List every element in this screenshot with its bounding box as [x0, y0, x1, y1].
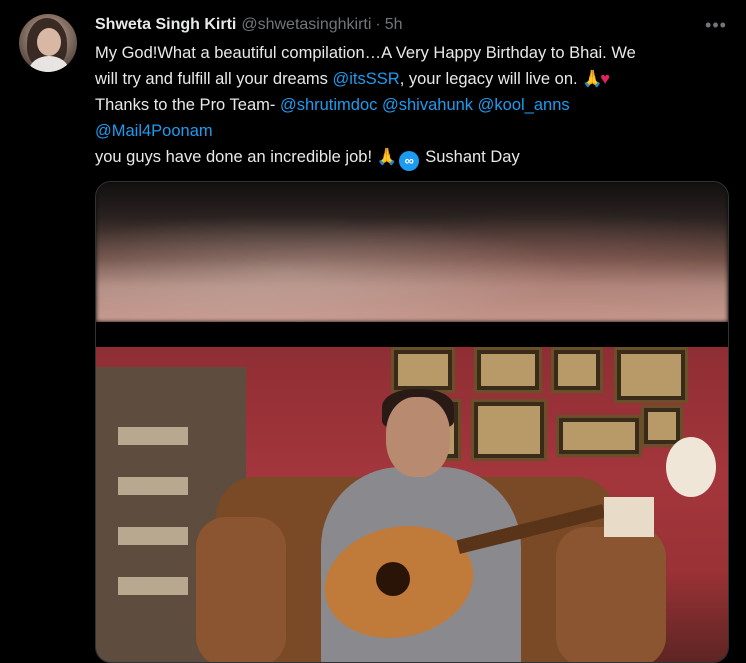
frame-inner: [621, 354, 681, 396]
shelf-slot: [118, 577, 188, 595]
text-segment: you guys have done an incredible job!: [95, 148, 377, 166]
folded-hands-icon: 🙏: [582, 70, 603, 88]
text-segment: Sushant Day: [425, 148, 520, 166]
text-segment: My God!What a beautiful compilation…A Ve…: [95, 44, 636, 62]
frame-inner: [478, 406, 540, 454]
author-name[interactable]: Shweta Singh Kirti: [95, 16, 236, 34]
video-frame: [96, 347, 728, 662]
text-segment: will try and fulfill all your dreams: [95, 70, 333, 88]
frame-inner: [398, 354, 448, 386]
person-head: [386, 397, 450, 477]
tweet-text: My God!What a beautiful compilation…A Ve…: [95, 40, 735, 171]
mention-mail4poonam[interactable]: @Mail4Poonam: [95, 122, 213, 140]
wall-picture-frame: [551, 347, 603, 393]
video-blurred-top: [96, 182, 728, 322]
frame-inner: [563, 422, 635, 450]
tweet[interactable]: Shweta Singh Kirti @shwetasinghkirti · 5…: [0, 0, 746, 663]
sofa-armrest: [196, 517, 286, 662]
guitar-soundhole: [376, 562, 410, 596]
tweet-line-5: you guys have done an incredible job! 🙏 …: [95, 144, 735, 171]
tweet-line-4: @Mail4Poonam: [95, 118, 735, 144]
author-avatar[interactable]: [19, 14, 77, 72]
wall-picture-frame: [614, 347, 688, 403]
tweet-line-2: will try and fulfill all your dreams @it…: [95, 66, 735, 92]
mention-shivahunk[interactable]: @shivahunk: [382, 96, 473, 114]
flower-vase: [666, 437, 716, 497]
wall-picture-frame: [556, 415, 642, 457]
video-letterbox-bar: [96, 322, 728, 347]
more-options-icon[interactable]: •••: [704, 14, 728, 36]
header-separator: ·: [375, 16, 381, 33]
folded-hands-icon: 🙏: [376, 148, 398, 166]
sofa-armrest: [556, 527, 666, 662]
shelf-slot: [118, 477, 188, 495]
table-lamp: [604, 497, 654, 537]
avatar-face: [37, 28, 61, 56]
infinity-badge-icon: ∞: [399, 151, 420, 171]
mention-kool-anns[interactable]: @kool_anns: [478, 96, 570, 114]
text-segment: Thanks to the Pro Team-: [95, 96, 280, 114]
tweet-header: Shweta Singh Kirti @shwetasinghkirti · 5…: [95, 14, 403, 36]
frame-inner: [648, 412, 676, 440]
mention-shrutimdoc[interactable]: @shrutimdoc: [280, 96, 377, 114]
frame-inner: [481, 354, 535, 386]
shelf-slot: [118, 527, 188, 545]
frame-inner: [558, 354, 596, 386]
author-handle[interactable]: @shwetasinghkirti: [241, 16, 371, 34]
mention-itsssr[interactable]: @itsSSR: [333, 70, 400, 88]
tweet-video[interactable]: [95, 181, 729, 663]
text-segment: , your legacy will live on.: [399, 70, 583, 88]
red-heart-icon: ♥: [600, 70, 610, 88]
shelf-slot: [118, 427, 188, 445]
wall-picture-frame: [474, 347, 542, 393]
tweet-timestamp[interactable]: 5h: [385, 16, 403, 34]
tweet-line-3: Thanks to the Pro Team- @shrutimdoc @shi…: [95, 92, 735, 118]
wall-picture-frame: [391, 347, 455, 393]
wall-picture-frame: [471, 399, 547, 461]
tweet-line-1: My God!What a beautiful compilation…A Ve…: [95, 40, 735, 66]
